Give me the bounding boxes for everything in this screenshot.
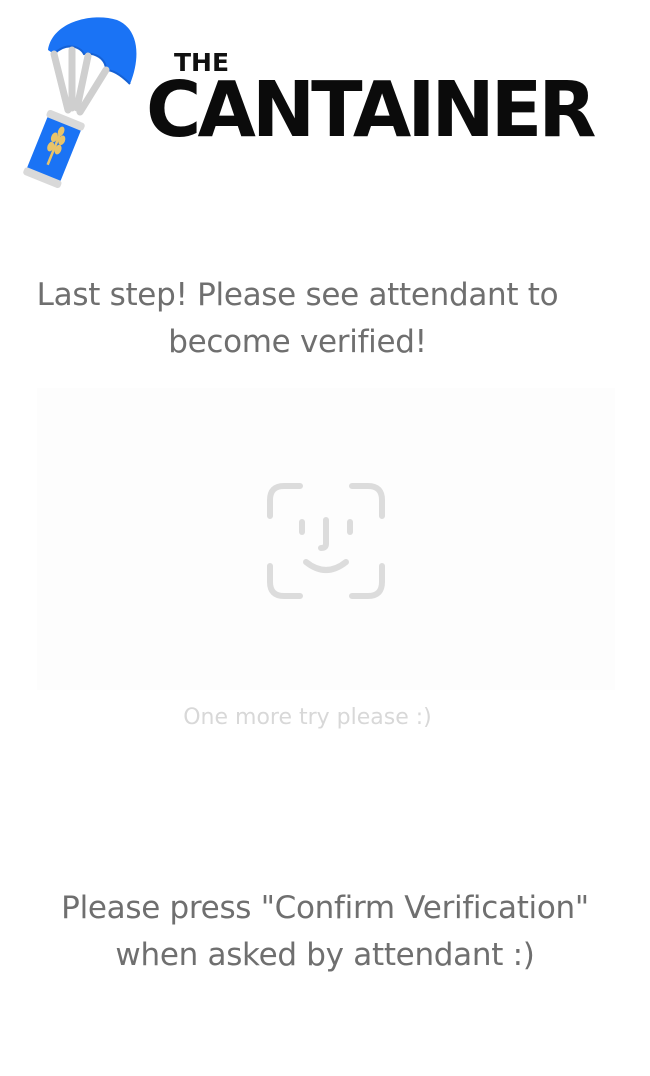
- instruction-line-2: become verified!: [168, 324, 427, 360]
- retry-message: One more try please :): [183, 705, 432, 730]
- app-logo: THE CANTAINER: [22, 14, 632, 189]
- brand-main-word: CANTAINER: [146, 66, 596, 155]
- instruction-line-1: Last step! Please see attendant to: [36, 277, 559, 313]
- parachute-can-icon: [23, 17, 137, 189]
- footer-line-1: Please press "Confirm Verification": [61, 890, 589, 926]
- verification-screen: THE CANTAINER Last step! Please see atte…: [0, 0, 650, 1076]
- face-verification-panel: [37, 388, 615, 690]
- footer-line-2: when asked by attendant :): [115, 937, 535, 973]
- face-id-icon: [267, 483, 385, 599]
- footer-instruction: Please press "Confirm Verification" when…: [0, 885, 650, 979]
- instruction-text: Last step! Please see attendant to becom…: [0, 272, 595, 366]
